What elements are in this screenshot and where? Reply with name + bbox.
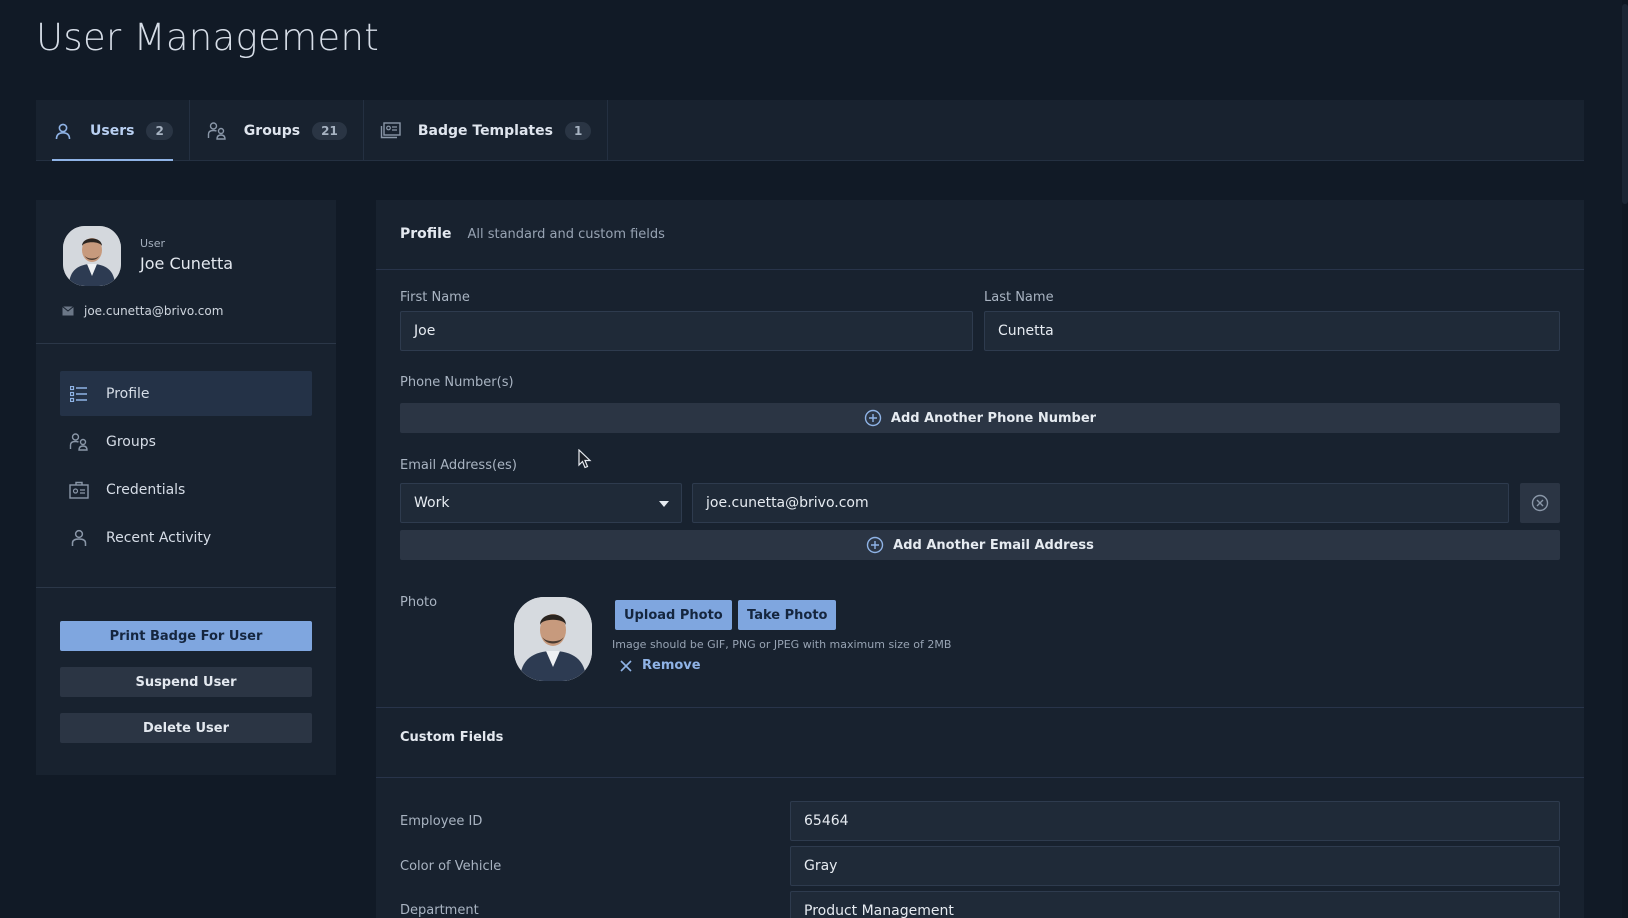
employee-id-input[interactable]: 65464 — [790, 801, 1560, 841]
tab-users-count: 2 — [146, 121, 173, 140]
tab-badge-templates[interactable]: Badge Templates 1 — [364, 100, 609, 161]
badge-templates-icon — [380, 120, 402, 142]
divider — [36, 587, 336, 588]
vehicle-color-label: Color of Vehicle — [400, 859, 502, 874]
tab-badge-templates-label: Badge Templates — [417, 122, 553, 139]
avatar — [63, 226, 121, 286]
remove-photo-link[interactable]: Remove — [620, 658, 701, 673]
first-name-label: First Name — [400, 290, 470, 305]
page-title: User Management — [36, 16, 380, 59]
avatar — [514, 597, 592, 681]
email-type-value: Work — [414, 495, 450, 511]
suspend-user-button[interactable]: Suspend User — [60, 667, 312, 697]
mail-icon — [62, 306, 74, 316]
list-icon — [68, 383, 90, 405]
tab-groups-label: Groups — [243, 122, 301, 139]
custom-fields-title: Custom Fields — [400, 730, 504, 745]
email-label: Email Address(es) — [400, 458, 517, 473]
section-title: Profile — [400, 226, 452, 242]
user-summary-panel: User Joe Cunetta joe.cunetta@brivo.com P… — [36, 200, 336, 775]
delete-user-button[interactable]: Delete User — [60, 713, 312, 743]
department-input[interactable]: Product Management — [790, 891, 1560, 918]
tab-groups-count: 21 — [312, 121, 347, 140]
remove-photo-label: Remove — [642, 658, 701, 673]
tab-badge-templates-count: 1 — [564, 121, 592, 140]
close-icon — [620, 659, 632, 672]
divider — [376, 777, 1584, 778]
add-phone-button[interactable]: Add Another Phone Number — [400, 403, 1560, 433]
nav-item-recent-activity[interactable]: Recent Activity — [60, 515, 312, 560]
mouse-cursor-icon — [578, 449, 592, 469]
remove-email-button[interactable] — [1520, 483, 1560, 523]
profile-header: Profile All standard and custom fields — [400, 226, 665, 242]
photo-label: Photo — [400, 595, 438, 610]
close-circle-icon — [1531, 494, 1549, 512]
photo-hint: Image should be GIF, PNG or JPEG with ma… — [612, 638, 952, 651]
page-scrollbar[interactable] — [1622, 0, 1628, 918]
tab-groups[interactable]: Groups 21 — [190, 100, 364, 161]
nav-item-label: Groups — [106, 433, 156, 450]
tab-users[interactable]: Users 2 — [36, 100, 190, 161]
user-icon — [52, 120, 74, 142]
profile-nav: Profile Groups Credentials Recent Activi… — [60, 371, 312, 563]
nav-item-groups[interactable]: Groups — [60, 419, 312, 464]
nav-item-label: Recent Activity — [106, 529, 212, 546]
divider — [376, 707, 1584, 708]
take-photo-button[interactable]: Take Photo — [738, 600, 837, 630]
tab-users-label: Users — [90, 122, 135, 139]
department-label: Department — [400, 903, 479, 918]
tab-bar: Users 2 Groups 21 Badge Templates 1 — [36, 100, 1584, 161]
print-badge-button[interactable]: Print Badge For User — [60, 621, 312, 651]
groups-icon — [206, 120, 228, 142]
user-email-row: joe.cunetta@brivo.com — [62, 304, 223, 318]
nav-item-label: Credentials — [106, 481, 186, 498]
email-type-select[interactable]: Work — [400, 483, 682, 523]
profile-panel: Profile All standard and custom fields F… — [376, 200, 1584, 918]
caret-down-icon — [659, 501, 669, 507]
phone-label: Phone Number(s) — [400, 375, 514, 390]
user-email-text: joe.cunetta@brivo.com — [84, 304, 224, 318]
employee-id-label: Employee ID — [400, 814, 483, 829]
user-name: Joe Cunetta — [140, 254, 234, 273]
section-subtitle: All standard and custom fields — [467, 227, 665, 242]
first-name-input[interactable]: Joe — [400, 311, 973, 351]
nav-item-profile[interactable]: Profile — [60, 371, 312, 416]
credentials-icon — [68, 479, 90, 501]
plus-circle-icon — [864, 409, 882, 427]
vehicle-color-input[interactable]: Gray — [790, 846, 1560, 886]
person-icon — [68, 527, 90, 549]
add-email-button[interactable]: Add Another Email Address — [400, 530, 1560, 560]
nav-item-credentials[interactable]: Credentials — [60, 467, 312, 512]
groups-icon — [68, 431, 90, 453]
user-caption: User — [140, 237, 166, 250]
last-name-input[interactable]: Cunetta — [984, 311, 1560, 351]
add-email-label: Add Another Email Address — [893, 537, 1094, 553]
email-input[interactable]: joe.cunetta@brivo.com — [692, 483, 1509, 523]
divider — [36, 343, 336, 344]
upload-photo-button[interactable]: Upload Photo — [615, 600, 732, 630]
scrollbar-thumb[interactable] — [1622, 4, 1628, 204]
plus-circle-icon — [866, 536, 884, 554]
nav-item-label: Profile — [106, 385, 150, 402]
add-phone-label: Add Another Phone Number — [890, 410, 1097, 426]
divider — [376, 269, 1584, 270]
last-name-label: Last Name — [984, 290, 1054, 305]
